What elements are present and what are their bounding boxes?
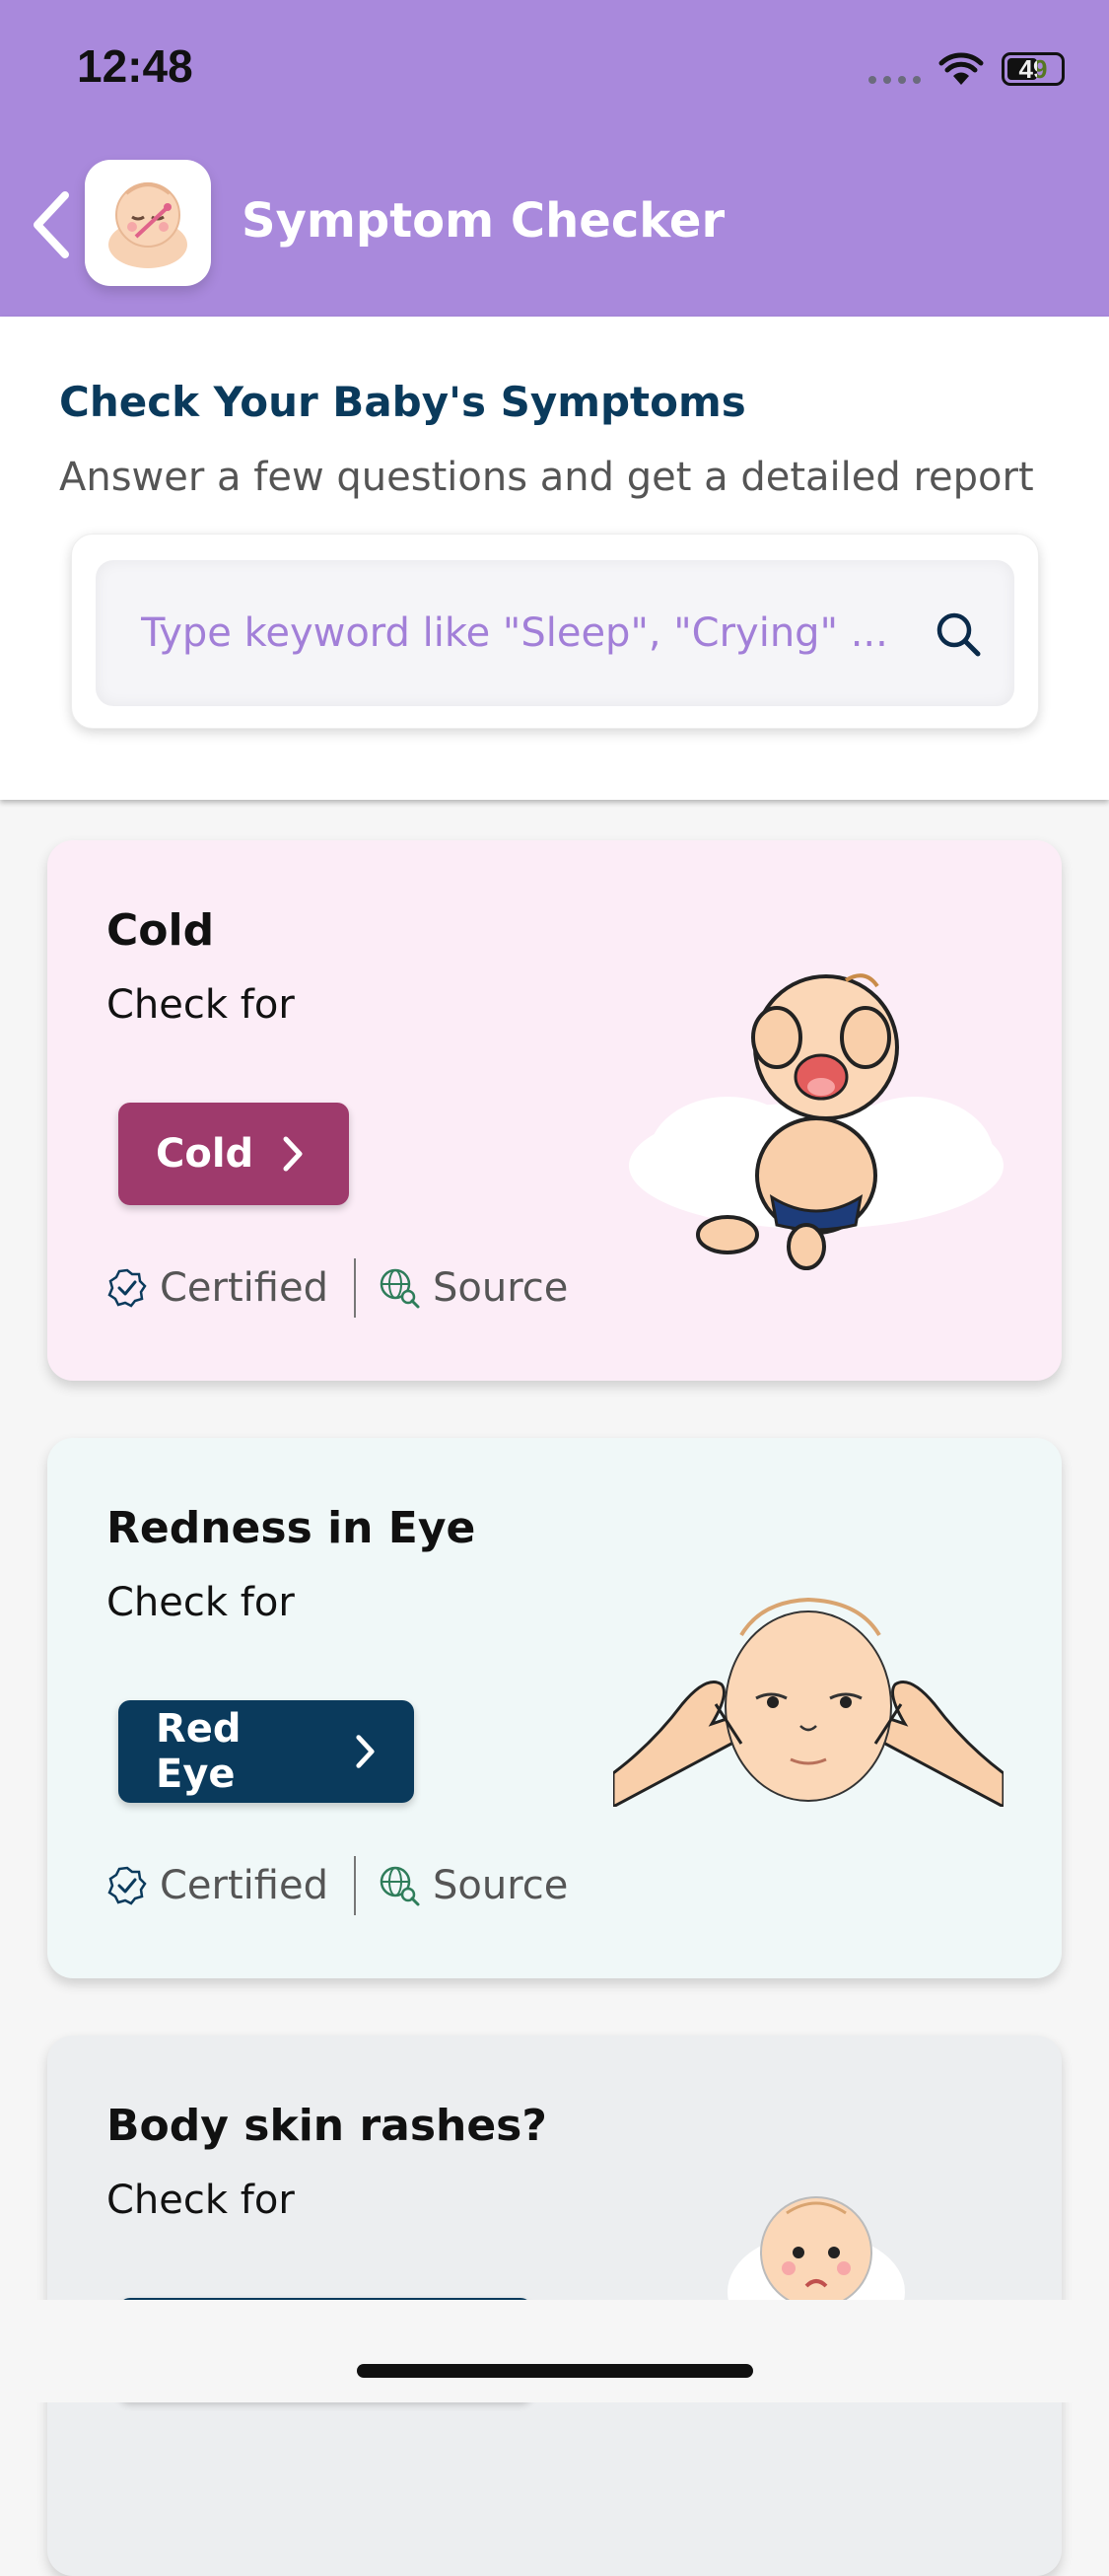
card-subtitle: Check for: [106, 982, 295, 1028]
bottom-safe-area: [0, 2300, 1109, 2402]
certified-badge: Certified: [106, 1265, 328, 1311]
source-label: Source: [432, 1265, 569, 1311]
sad-baby-illustration: [728, 2196, 905, 2302]
button-label: Red Eye: [156, 1706, 242, 1797]
battery-level: 49: [1018, 53, 1048, 84]
chevron-right-icon: [283, 1136, 303, 1172]
globe-search-icon: [380, 1866, 420, 1906]
card-meta: Certified Source: [106, 1258, 568, 1318]
page-title: Symptom Checker: [242, 193, 726, 249]
home-indicator[interactable]: [357, 2364, 753, 2378]
certified-label: Certified: [160, 1265, 328, 1311]
search-icon[interactable]: [934, 609, 983, 659]
symptom-card-red-eye[interactable]: Redness in Eye Check for Red Eye Certifi…: [47, 1438, 1062, 1978]
status-icons: 49: [868, 47, 1065, 91]
certified-badge: Certified: [106, 1863, 328, 1908]
crying-baby-illustration: [629, 973, 1004, 1270]
baby-eye-rub-illustration: [613, 1597, 1004, 1807]
card-title: Cold: [106, 905, 215, 956]
card-title: Redness in Eye: [106, 1503, 476, 1553]
search-card: [71, 534, 1039, 729]
meta-divider: [353, 1856, 356, 1915]
status-time: 12:48: [77, 40, 193, 92]
intro-title: Check Your Baby's Symptoms: [59, 378, 746, 426]
app-logo: [85, 160, 211, 286]
app-header: 12:48 49 Symptom Checker: [0, 0, 1109, 317]
certified-check-icon: [107, 1866, 147, 1905]
card-meta: Certified Source: [106, 1856, 568, 1915]
cellular-signal-icon: [868, 54, 921, 84]
sleeping-baby-icon: [108, 182, 187, 268]
source-link[interactable]: Source: [378, 1265, 568, 1311]
intro-subtitle: Answer a few questions and get a detaile…: [59, 455, 1034, 500]
card-subtitle: Check for: [106, 1580, 295, 1625]
globe-search-icon: [380, 1268, 420, 1309]
chevron-right-icon: [356, 1735, 375, 1768]
meta-divider: [353, 1258, 356, 1318]
source-link[interactable]: Source: [378, 1863, 568, 1908]
search-field: [96, 560, 1014, 706]
check-cold-button[interactable]: Cold: [118, 1103, 349, 1205]
back-chevron-icon[interactable]: [28, 187, 73, 262]
battery-icon: 49: [1002, 52, 1065, 86]
symptom-card-cold[interactable]: Cold Check for Cold Certified Source: [47, 840, 1062, 1381]
wifi-icon: [938, 52, 984, 85]
certified-check-icon: [107, 1268, 147, 1308]
intro-panel: Check Your Baby's Symptoms Answer a few …: [0, 317, 1109, 800]
certified-label: Certified: [160, 1863, 328, 1908]
source-label: Source: [432, 1863, 569, 1908]
search-input[interactable]: [139, 609, 912, 657]
button-label: Cold: [156, 1131, 254, 1177]
check-red-eye-button[interactable]: Red Eye: [118, 1700, 414, 1803]
card-title: Body skin rashes?: [106, 2101, 547, 2151]
card-subtitle: Check for: [106, 2178, 295, 2223]
